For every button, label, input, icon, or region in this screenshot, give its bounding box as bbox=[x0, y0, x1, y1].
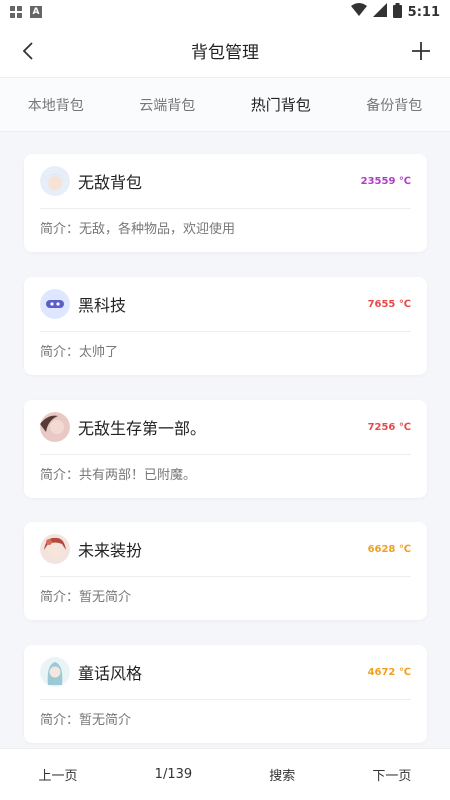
backpack-card[interactable]: 无敌生存第一部。 7256 ℃ 简介：共有两部！已附魔。 bbox=[24, 400, 427, 498]
card-description: 简介：太帅了 bbox=[40, 345, 119, 360]
page-title: 背包管理 bbox=[191, 43, 259, 63]
card-title: 无敌生存第一部。 bbox=[78, 419, 207, 438]
backpack-card[interactable]: 童话风格 4672 ℃ 简介：暂无简介 bbox=[24, 645, 427, 743]
card-header: 童话风格 4672 ℃ bbox=[24, 645, 427, 699]
card-description: 简介：共有两部！已附魔。 bbox=[40, 468, 197, 483]
card-title: 童话风格 bbox=[78, 664, 143, 683]
card-header: 未来装扮 6628 ℃ bbox=[24, 522, 427, 576]
signal-icon bbox=[372, 3, 387, 21]
backpack-card[interactable]: 未来装扮 6628 ℃ 简介：暂无简介 bbox=[24, 522, 427, 620]
battery-icon bbox=[392, 2, 402, 22]
backpack-list: 无敌背包 23559 ℃ 简介：无敌，各种物品，欢迎使用 黑科技 7655 ℃ … bbox=[0, 132, 450, 748]
card-title: 未来装扮 bbox=[78, 541, 143, 560]
fairy-avatar bbox=[40, 657, 70, 687]
tab-bar: 本地背包 云端背包 热门背包 备份背包 bbox=[0, 78, 450, 132]
photo-avatar bbox=[40, 412, 70, 442]
card-title: 无敌背包 bbox=[78, 173, 143, 192]
card-header: 无敌生存第一部。 7256 ℃ bbox=[24, 400, 427, 454]
search-button[interactable]: 搜索 bbox=[263, 757, 301, 792]
status-time: 5:11 bbox=[407, 4, 440, 20]
card-header: 黑科技 7655 ℃ bbox=[24, 277, 427, 331]
tab-local-backpack[interactable]: 本地背包 bbox=[24, 89, 88, 121]
back-arrow-icon[interactable] bbox=[16, 38, 42, 64]
pagination-bar: 上一页 1/139 搜索 下一页 bbox=[0, 748, 450, 800]
prev-page-button[interactable]: 上一页 bbox=[33, 757, 84, 792]
heat-value: 6628 ℃ bbox=[367, 543, 411, 555]
girl-avatar bbox=[40, 166, 70, 196]
card-title: 黑科技 bbox=[78, 296, 127, 315]
wifi-icon bbox=[350, 3, 367, 21]
divider bbox=[40, 454, 411, 455]
a-icon: A bbox=[30, 6, 42, 18]
heat-value: 7655 ℃ bbox=[367, 298, 411, 310]
grid-icon bbox=[10, 6, 22, 18]
divider bbox=[40, 576, 411, 577]
status-icons-left: A bbox=[10, 6, 42, 18]
divider bbox=[40, 331, 411, 332]
status-icons-right: 5:11 bbox=[350, 2, 440, 22]
divider bbox=[40, 699, 411, 700]
backpack-card[interactable]: 无敌背包 23559 ℃ 简介：无敌，各种物品，欢迎使用 bbox=[24, 154, 427, 252]
anime-avatar bbox=[40, 534, 70, 564]
heat-value: 7256 ℃ bbox=[367, 421, 411, 433]
card-description: 简介：暂无简介 bbox=[40, 590, 132, 605]
heat-value: 23559 ℃ bbox=[360, 175, 411, 187]
card-description: 简介：无敌，各种物品，欢迎使用 bbox=[40, 222, 236, 237]
backpack-card[interactable]: 黑科技 7655 ℃ 简介：太帅了 bbox=[24, 277, 427, 375]
tab-hot-backpack[interactable]: 热门背包 bbox=[247, 88, 315, 121]
status-bar: A 5:11 bbox=[0, 0, 450, 24]
add-icon[interactable] bbox=[408, 38, 434, 64]
card-description: 简介：暂无简介 bbox=[40, 713, 132, 728]
card-header: 无敌背包 23559 ℃ bbox=[24, 154, 427, 208]
divider bbox=[40, 208, 411, 209]
app-bar: 背包管理 bbox=[0, 24, 450, 78]
tab-backup-backpack[interactable]: 备份背包 bbox=[362, 89, 426, 121]
page-indicator: 1/139 bbox=[154, 767, 193, 782]
heat-value: 4672 ℃ bbox=[367, 666, 411, 678]
tab-cloud-backpack[interactable]: 云端背包 bbox=[135, 89, 199, 121]
robot-avatar bbox=[40, 289, 70, 319]
next-page-button[interactable]: 下一页 bbox=[366, 757, 417, 792]
